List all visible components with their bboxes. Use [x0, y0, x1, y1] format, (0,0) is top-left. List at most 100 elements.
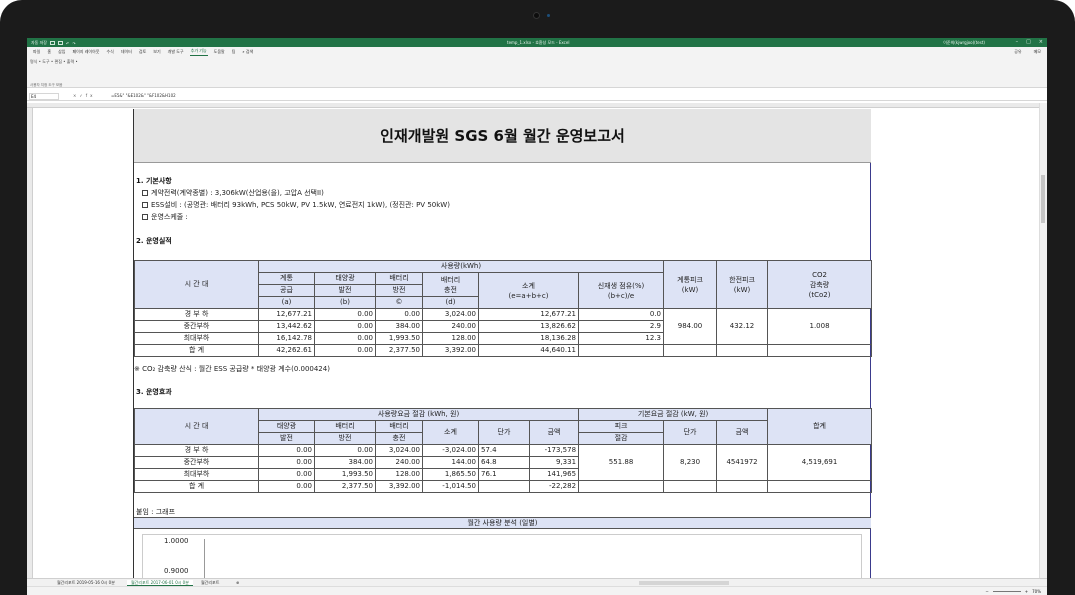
cell-bat-out[interactable]: 2,377.50 [314, 480, 376, 493]
cell-bat-out[interactable]: 0.00 [314, 444, 376, 457]
vertical-scrollbar[interactable] [1039, 103, 1047, 578]
cell-amount2[interactable]: 4541972 [716, 444, 769, 481]
autosave-label[interactable]: 자동 저장 [31, 40, 47, 46]
info-contract-power[interactable]: 계약전력(계약종별) : 3,306kW(산업용(을), 고압A 선택II) [142, 188, 324, 198]
row-label[interactable]: 최대부하 [134, 468, 259, 481]
cell-bat-in[interactable]: 240.00 [422, 320, 479, 333]
pv-header-l3[interactable]: (b) [314, 296, 376, 309]
autosave-toggle-icon[interactable] [50, 41, 55, 45]
kepco-peak-header[interactable]: 한전피크 (kW) [716, 260, 769, 309]
cell-renew[interactable]: 0.0 [577, 308, 665, 321]
row-label[interactable]: 중간부하 [134, 456, 259, 469]
cell-renew[interactable]: 12.3 [577, 332, 665, 345]
bat-out-header-l2[interactable]: 방전 [375, 284, 423, 297]
cell-empty[interactable] [716, 344, 769, 357]
undo-icon[interactable]: ↶ [66, 41, 69, 46]
user-name[interactable]: 이준희(kjwrgjoo)(test) [943, 40, 985, 46]
cell-pv[interactable]: 0.00 [258, 456, 315, 469]
menu-formulas[interactable]: 수식 [105, 48, 114, 56]
cell-empty[interactable] [578, 480, 665, 493]
name-box[interactable]: E4 [29, 93, 59, 100]
zoom-out-icon[interactable]: − [985, 589, 988, 594]
report-title-box[interactable]: 인재개발원 SGS 6월 월간 운영보고서 [134, 109, 871, 163]
cell-unit-price2[interactable]: 8,230 [663, 444, 718, 481]
menu-file[interactable]: 파일 [32, 48, 41, 56]
cell-amount[interactable]: -22,282 [528, 480, 580, 493]
addins-menu-commands[interactable]: 명식 • 도구 • 편집 • 출력 • [30, 59, 78, 65]
cell-subtotal[interactable]: 144.00 [422, 456, 479, 469]
menu-search[interactable]: ⌕ 검색 [241, 48, 254, 56]
cell-grid[interactable]: 13,442.62 [258, 320, 315, 333]
cell-bat-in[interactable]: 3,024.00 [375, 444, 423, 457]
bat-in-header-l1[interactable]: 배터리 [375, 420, 423, 433]
cell-pv[interactable]: 0.00 [314, 344, 376, 357]
cell-grid-peak[interactable]: 984.00 [663, 308, 718, 345]
cell-bat-in[interactable]: 240.00 [375, 456, 423, 469]
row-headers[interactable] [27, 108, 33, 578]
bat-out-header-l1[interactable]: 배터리 [314, 420, 376, 433]
co2-formula-note[interactable]: ※ CO₂ 감축량 산식 : 월간 ESS 공급량 * 태양광 계수(0.000… [134, 364, 330, 374]
cell-bat-in[interactable]: 3,024.00 [422, 308, 479, 321]
cell-pv[interactable]: 0.00 [258, 480, 315, 493]
menu-help[interactable]: 도움말 [213, 48, 226, 56]
peak-saving-header-l2[interactable]: 절감 [578, 432, 665, 445]
menu-review[interactable]: 검토 [138, 48, 147, 56]
menu-view[interactable]: 보기 [152, 48, 161, 56]
cell-bat-out[interactable]: 384.00 [314, 456, 376, 469]
cell-subtotal[interactable]: -1,014.50 [422, 480, 479, 493]
section-basic-info[interactable]: 1. 기본사항 [136, 176, 172, 186]
amount-header[interactable]: 금액 [528, 420, 580, 445]
redo-icon[interactable]: ↷ [72, 41, 75, 46]
checkbox-icon[interactable] [142, 214, 148, 220]
menu-developer[interactable]: 개발 도구 [167, 48, 185, 56]
menu-addins[interactable]: 추가 기능 [189, 47, 208, 56]
bat-out-header-l2[interactable]: 방전 [314, 432, 376, 445]
pv-header-l2[interactable]: 발전 [258, 432, 315, 445]
menu-insert[interactable]: 삽입 [57, 48, 66, 56]
cell-bat-out[interactable]: 2,377.50 [375, 344, 423, 357]
save-icon[interactable] [58, 41, 63, 45]
cell-empty[interactable] [663, 480, 718, 493]
menu-page-layout[interactable]: 페이지 레이아웃 [71, 48, 100, 56]
row-label[interactable]: 합 계 [134, 480, 259, 493]
cell-empty[interactable] [716, 480, 769, 493]
cell-bat-in[interactable]: 3,392.00 [422, 344, 479, 357]
minimize-icon[interactable]: – [1016, 39, 1019, 45]
amount2-header[interactable]: 금액 [716, 420, 769, 445]
time-header[interactable]: 시 간 대 [134, 260, 259, 309]
co2-header[interactable]: CO2 감축량 (tCo2) [767, 260, 873, 309]
peak-saving-header-l1[interactable]: 피크 [578, 420, 665, 433]
column-headers[interactable] [27, 103, 1047, 108]
close-icon[interactable]: × [1039, 39, 1043, 45]
cell-peak-saving[interactable]: 551.88 [578, 444, 665, 481]
cell-bat-in[interactable]: 128.00 [375, 468, 423, 481]
cell-unit-price[interactable]: 64.8 [478, 456, 530, 469]
row-label[interactable]: 중간부하 [134, 320, 259, 333]
checkbox-icon[interactable] [142, 202, 148, 208]
grid-supply-header-l1[interactable]: 계통 [258, 272, 315, 285]
grid-supply-header-l3[interactable]: (a) [258, 296, 315, 309]
cell-pv[interactable]: 0.00 [258, 468, 315, 481]
row-label[interactable]: 경 부 하 [134, 308, 259, 321]
cell-total[interactable]: 4,519,691 [767, 444, 873, 481]
zoom-level[interactable]: 70% [1032, 589, 1041, 594]
bat-out-header-l3[interactable]: © [375, 296, 423, 309]
comment-button[interactable]: 메모 [1034, 49, 1041, 55]
grid-supply-header-l2[interactable]: 공급 [258, 284, 315, 297]
zoom-slider[interactable] [992, 591, 1021, 592]
usage-header[interactable]: 사용량(kWh) [257, 260, 665, 273]
unit-price-header[interactable]: 단가 [478, 420, 530, 445]
time-header[interactable]: 시 간 대 [134, 408, 259, 445]
vertical-scroll-thumb[interactable] [1041, 175, 1045, 223]
cell-unit-price[interactable]: 76.1 [478, 468, 530, 481]
section-operation-results[interactable]: 2. 운영실적 [136, 236, 172, 246]
sum-header[interactable]: 소계 (e=a+b+c) [478, 272, 579, 309]
cell-bat-in[interactable]: 128.00 [422, 332, 479, 345]
cell-grid[interactable]: 16,142.78 [258, 332, 315, 345]
cell-amount[interactable]: 141,965 [528, 468, 580, 481]
cell-renew[interactable]: 2.9 [577, 320, 665, 333]
chart-title[interactable]: 월간 사용량 분석 (일별) [134, 517, 871, 529]
section-operation-effect[interactable]: 3. 운영효과 [136, 387, 172, 397]
cell-sum[interactable]: 13,826.62 [478, 320, 579, 333]
usage-saving-header[interactable]: 사용량요금 절감 (kWh, 원) [257, 408, 580, 421]
